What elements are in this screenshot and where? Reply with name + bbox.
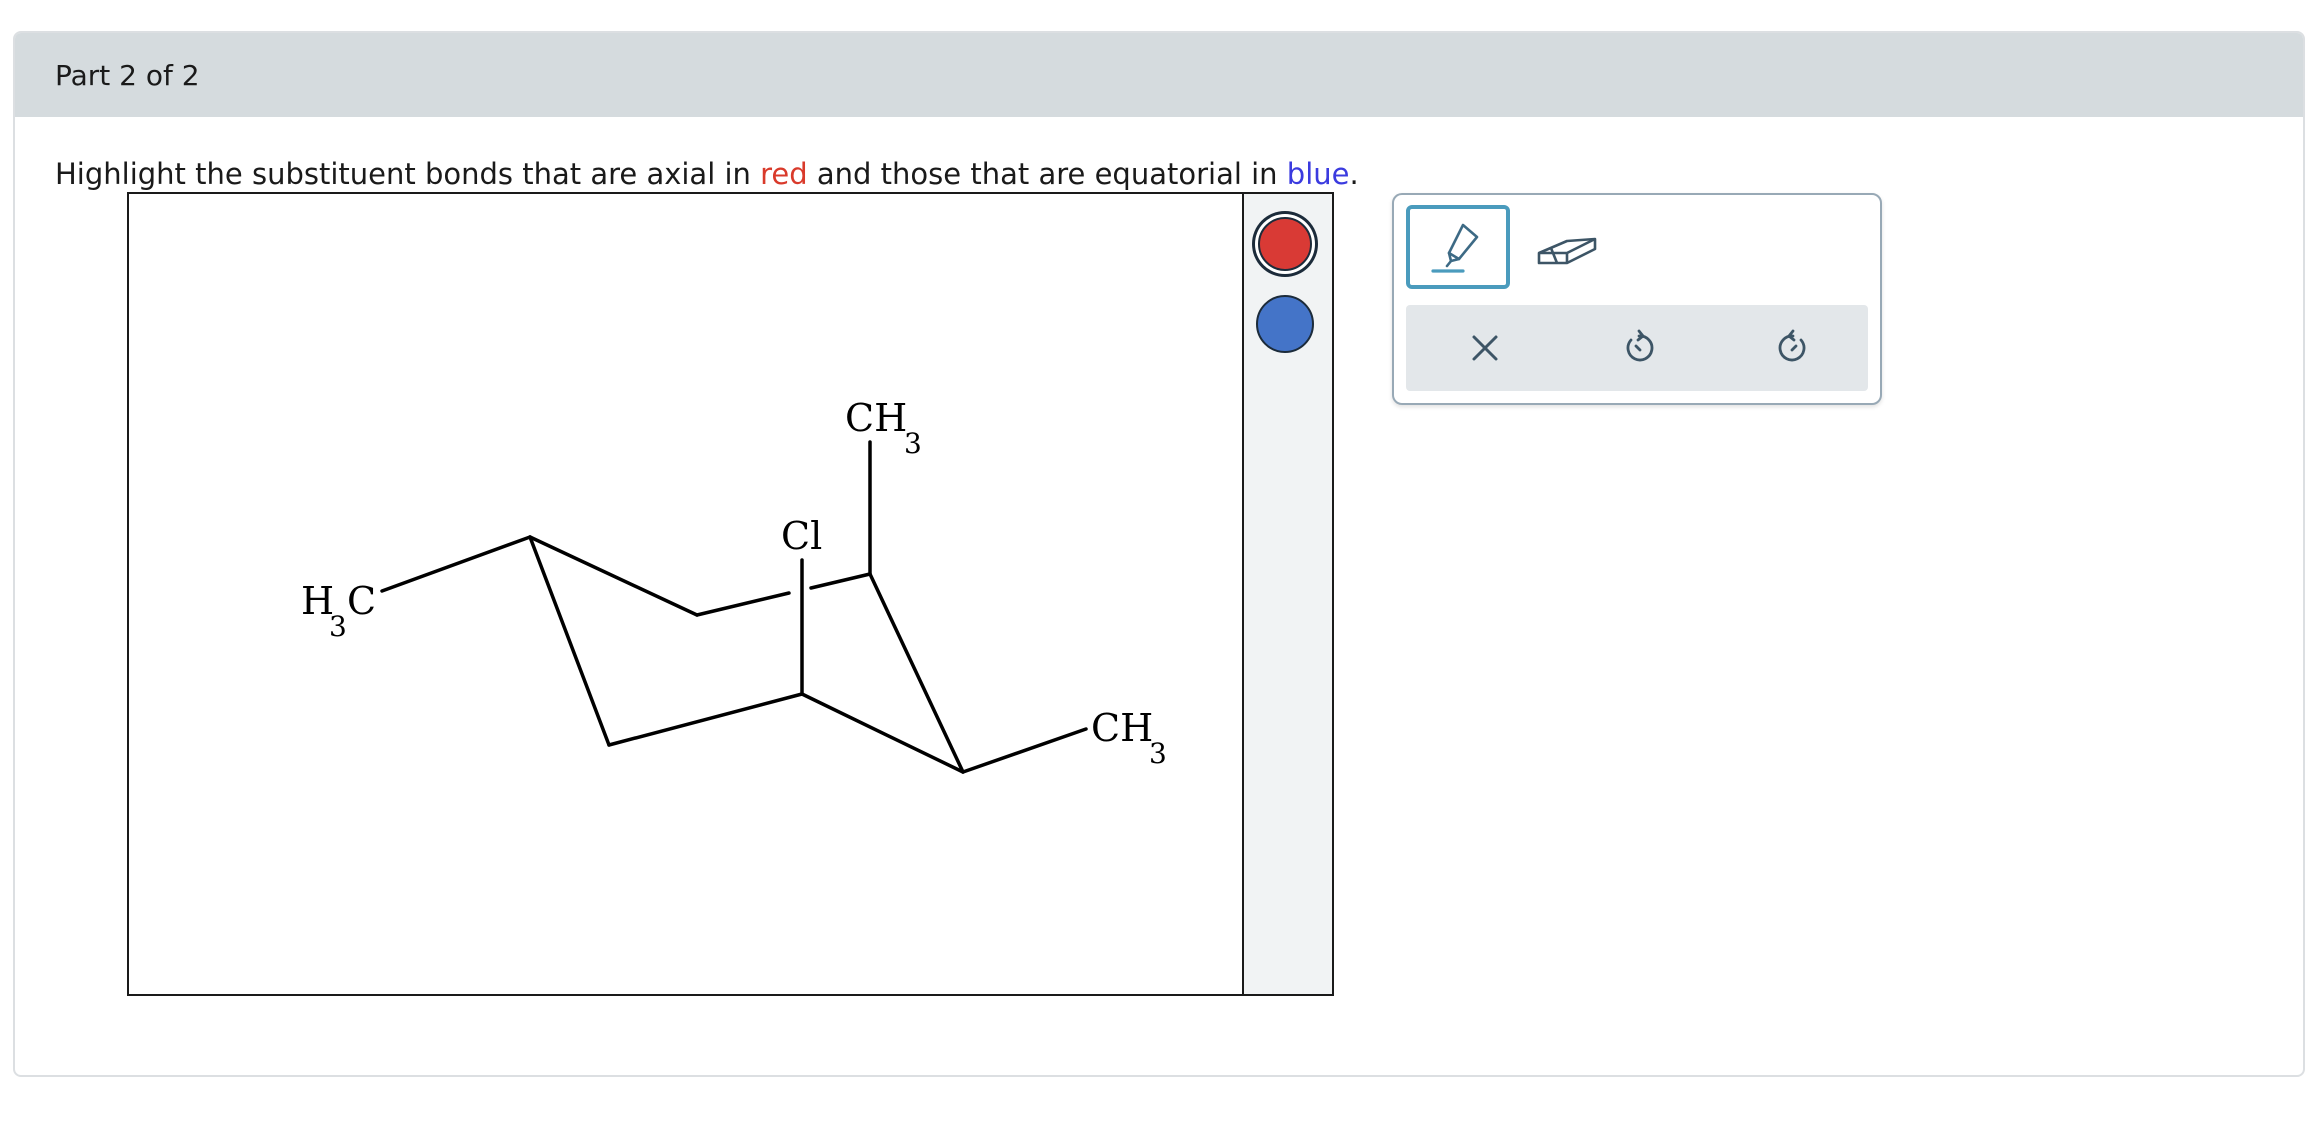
ring-bond-c2-c3-back-left[interactable]: [695, 591, 791, 617]
panel-header: Part 2 of 2: [15, 33, 2303, 117]
label-cl: Cl: [781, 514, 822, 558]
highlighter-tool-button[interactable]: [1406, 205, 1510, 289]
close-icon: [1472, 335, 1498, 361]
ring-bond-c3-c4[interactable]: [868, 572, 965, 774]
drawing-toolbox: [1392, 193, 1882, 405]
bond-h3c-left[interactable]: [380, 535, 532, 593]
red-color-swatch[interactable]: [1258, 217, 1312, 271]
color-picker: [1242, 192, 1334, 996]
instruction-text: Highlight the substituent bonds that are…: [55, 157, 1359, 191]
redo-button[interactable]: [1771, 326, 1815, 370]
undo-icon: [1626, 329, 1654, 362]
eraser-icon: [1537, 237, 1597, 265]
instruction-end: .: [1349, 157, 1359, 191]
label-ch3-top-main: CH: [845, 396, 907, 440]
label-ch3-top-sub: 3: [904, 427, 922, 460]
action-bar: [1406, 305, 1868, 391]
blue-color-swatch[interactable]: [1256, 295, 1314, 353]
part-label: Part 2 of 2: [55, 59, 200, 92]
highlighter-icon: [1431, 223, 1479, 273]
ring-bond-c5-c6[interactable]: [607, 692, 804, 747]
label-h3c-c: C: [347, 579, 376, 623]
instruction-before: Highlight the substituent bonds that are…: [55, 157, 761, 191]
undo-button[interactable]: [1617, 326, 1661, 370]
eraser-tool-button[interactable]: [1516, 205, 1620, 289]
label-h3c-sub: 3: [329, 610, 347, 643]
bond-ch3-right[interactable]: [961, 727, 1088, 774]
molecule-structure: H 3 C Cl CH 3 CH 3: [301, 396, 1167, 774]
label-ch3-right-sub: 3: [1149, 737, 1167, 770]
instruction-blue-word: blue: [1286, 157, 1350, 191]
redo-icon: [1778, 329, 1806, 362]
label-ch3-right-main: CH: [1091, 706, 1153, 750]
clear-button[interactable]: [1463, 326, 1507, 370]
instruction-red-word: red: [760, 157, 808, 191]
instruction-middle: and those that are equatorial in: [807, 157, 1287, 191]
ring-bond-c4-c5[interactable]: [800, 692, 965, 774]
ring-bond-c2-c3-back-right[interactable]: [809, 572, 872, 590]
drawing-canvas[interactable]: H 3 C Cl CH 3 CH 3: [127, 192, 1244, 996]
